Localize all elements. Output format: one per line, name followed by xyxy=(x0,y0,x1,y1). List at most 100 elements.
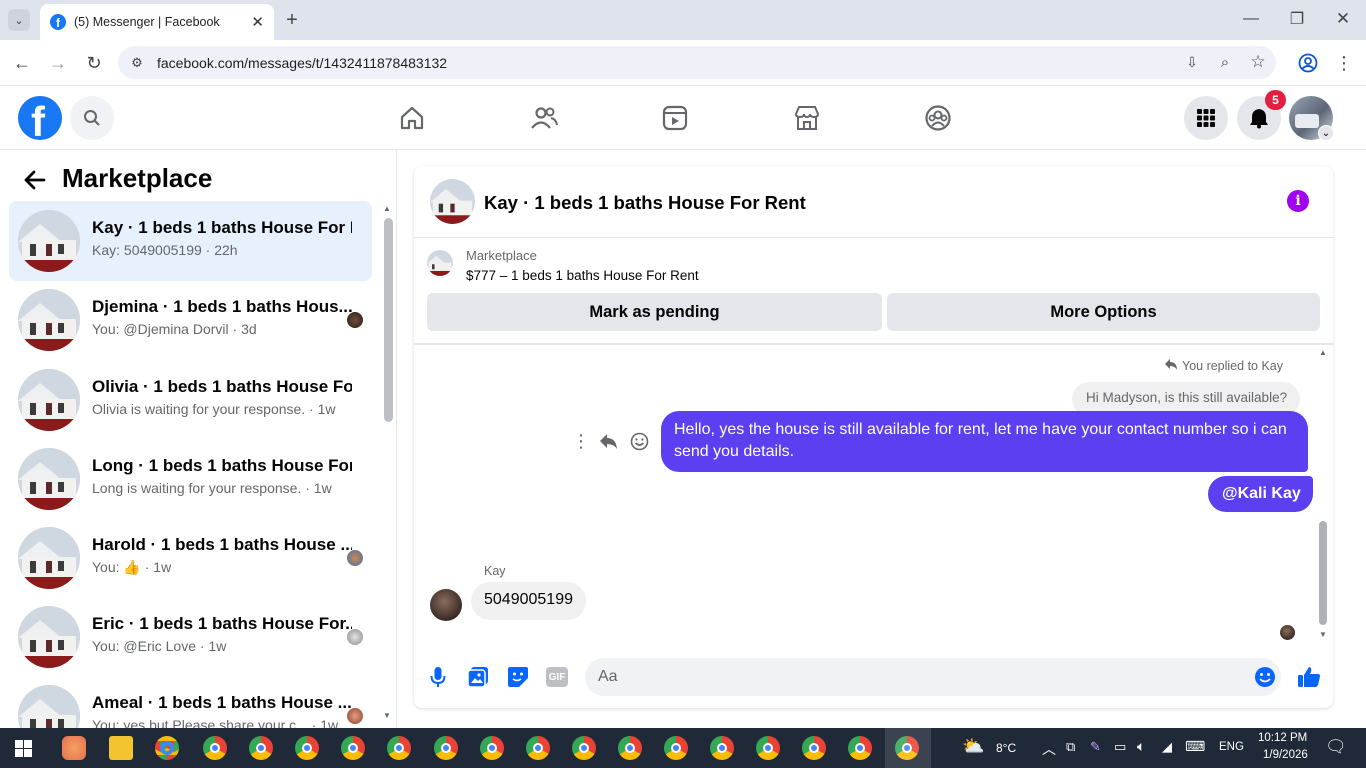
video-icon[interactable] xyxy=(658,101,692,135)
back-icon[interactable]: ← xyxy=(10,51,34,75)
mention-message[interactable]: @Kali Kay xyxy=(1208,476,1313,512)
bookmark-star-icon[interactable]: ☆ xyxy=(1248,52,1268,72)
sidebar-scrollbar[interactable] xyxy=(384,218,393,422)
chat-avatar[interactable] xyxy=(430,179,475,224)
language-indicator[interactable]: ENG xyxy=(1219,741,1244,753)
search-icon[interactable] xyxy=(70,96,114,140)
conversation-row[interactable]: Olivia · 1 beds 1 baths House For... Oliv… xyxy=(9,360,372,440)
new-tab-button[interactable]: + xyxy=(280,8,304,32)
mark-as-pending-button[interactable]: Mark as pending xyxy=(427,293,882,331)
listing-thumbnail xyxy=(18,685,80,728)
reload-icon[interactable]: ↻ xyxy=(82,51,106,75)
browser-menu-icon[interactable]: ⋮ xyxy=(1332,51,1356,75)
volume-icon[interactable]: 🔈︎ xyxy=(1137,738,1145,755)
read-receipt-avatar xyxy=(347,550,363,566)
temperature[interactable]: 8°C xyxy=(996,741,1016,755)
notification-center-icon[interactable]: 🗨︎ xyxy=(1325,737,1347,757)
chrome-window-icon[interactable] xyxy=(203,736,227,760)
conversation-row[interactable]: Djemina · 1 beds 1 baths Hous... You: @Dj… xyxy=(9,280,372,360)
conversation-row[interactable]: Kay · 1 beds 1 baths House For R... Kay: … xyxy=(9,201,372,281)
chrome-window-icon[interactable] xyxy=(802,736,827,760)
back-arrow-icon[interactable] xyxy=(22,167,48,193)
clock-date[interactable]: 1/9/2026 xyxy=(1263,749,1308,761)
address-bar[interactable]: ⚙ facebook.com/messages/t/14324118784831… xyxy=(118,46,1276,79)
menu-grid-icon[interactable] xyxy=(1184,96,1228,140)
window-close-icon[interactable]: ✕ xyxy=(1332,8,1354,30)
chrome-window-icon[interactable] xyxy=(433,736,458,760)
battery-icon[interactable]: ▭ xyxy=(1114,739,1126,755)
meet-icon[interactable]: ⧉ xyxy=(1066,739,1075,755)
incoming-message[interactable]: 5049005199 xyxy=(471,582,586,620)
chrome-window-icon[interactable] xyxy=(710,736,735,760)
read-receipt-avatar xyxy=(347,312,363,328)
chrome-window-icon[interactable] xyxy=(756,736,781,760)
chrome-window-icon[interactable] xyxy=(295,736,320,760)
chrome-window-icon[interactable] xyxy=(848,736,873,760)
gif-icon[interactable]: GIF xyxy=(546,667,568,687)
groups-icon[interactable] xyxy=(921,101,955,135)
weather-icon[interactable]: ⛅ xyxy=(962,736,984,757)
profile-icon[interactable] xyxy=(1296,51,1320,75)
conversation-row[interactable]: Ameal · 1 beds 1 baths House ... You: yes… xyxy=(9,676,372,728)
conversation-row[interactable]: Eric · 1 beds 1 baths House For... You: @… xyxy=(9,597,372,677)
minimize-icon[interactable]: — xyxy=(1240,8,1262,30)
kay-avatar[interactable] xyxy=(430,589,462,621)
message-reply-icon[interactable] xyxy=(599,433,618,455)
emoji-icon[interactable] xyxy=(1254,666,1276,693)
forward-icon[interactable]: → xyxy=(46,51,70,75)
chrome-icon[interactable] xyxy=(155,736,179,760)
conversation-name: Djemina · 1 beds 1 baths Hous... xyxy=(92,297,352,316)
install-app-icon[interactable]: ⇩ xyxy=(1182,52,1202,72)
file-explorer-icon[interactable] xyxy=(109,736,133,760)
more-options-button[interactable]: More Options xyxy=(887,293,1320,331)
message-more-icon[interactable]: ⋮ xyxy=(572,431,590,452)
pen-icon[interactable]: ✎ xyxy=(1090,739,1101,755)
conversation-row[interactable]: Long · 1 beds 1 baths House For ... Long … xyxy=(9,439,372,519)
like-thumb-icon[interactable] xyxy=(1297,665,1321,694)
chat-scroll-up-icon[interactable]: ▲ xyxy=(1319,348,1327,357)
facebook-logo-icon[interactable]: f xyxy=(18,96,62,140)
scroll-down-icon[interactable]: ▼ xyxy=(383,711,391,720)
account-chevron-down-icon[interactable]: ⌄ xyxy=(1318,125,1334,141)
zoom-icon[interactable]: ⌕ xyxy=(1215,52,1235,72)
message-input[interactable]: Aa xyxy=(585,658,1281,696)
chrome-window-icon[interactable] xyxy=(249,736,274,760)
windows-start-icon[interactable] xyxy=(15,740,32,757)
wifi-icon[interactable]: ◢ xyxy=(1162,739,1172,755)
chat-scrollbar[interactable] xyxy=(1319,521,1327,625)
clock-time[interactable]: 10:12 PM xyxy=(1258,732,1307,744)
restore-icon[interactable]: ❐ xyxy=(1286,8,1308,30)
outgoing-message[interactable]: Hello, yes the house is still available … xyxy=(661,411,1308,472)
marketplace-icon[interactable] xyxy=(790,101,824,135)
tab-search-icon[interactable]: ⌄ xyxy=(8,9,30,31)
conversation-row[interactable]: Harold · 1 beds 1 baths House ... You: 👍 … xyxy=(9,518,372,598)
listing-thumbnail[interactable] xyxy=(427,250,453,276)
voice-clip-icon[interactable] xyxy=(430,666,446,693)
replied-to-label: You replied to Kay xyxy=(1182,359,1284,373)
chrome-window-icon[interactable] xyxy=(387,736,412,760)
info-icon[interactable]: i xyxy=(1287,190,1309,212)
site-info-icon[interactable]: ⚙ xyxy=(128,54,146,72)
conversation-preview: You: @Djemina Dorvil · 3d xyxy=(92,321,257,337)
keyboard-icon[interactable]: ⌨ xyxy=(1185,738,1205,755)
sticker-icon[interactable] xyxy=(507,666,529,693)
chrome-window-icon[interactable] xyxy=(664,736,688,760)
chrome-window-icon[interactable] xyxy=(479,736,504,760)
paint-app-icon[interactable] xyxy=(62,736,86,760)
tray-chevron-icon[interactable]: ︿ xyxy=(1042,739,1056,759)
chrome-window-icon[interactable] xyxy=(525,736,550,760)
chrome-window-icon[interactable] xyxy=(571,736,596,760)
friends-icon[interactable] xyxy=(527,101,561,135)
message-react-icon[interactable] xyxy=(630,432,649,456)
chrome-window-icon[interactable] xyxy=(341,736,366,760)
tab-close-icon[interactable]: ✕ xyxy=(251,13,264,31)
attach-photo-icon[interactable] xyxy=(467,666,489,693)
conversation-preview: You: @Eric Love · 1w xyxy=(92,638,227,654)
scroll-up-icon[interactable]: ▲ xyxy=(383,204,391,213)
chat-scroll-down-icon[interactable]: ▼ xyxy=(1319,630,1327,639)
home-icon[interactable] xyxy=(395,101,429,135)
browser-tab[interactable]: f (5) Messenger | Facebook ✕ xyxy=(40,4,274,40)
listing-title[interactable]: $777 – 1 beds 1 baths House For Rent xyxy=(466,268,699,283)
chrome-window-icon[interactable] xyxy=(617,736,642,760)
chat-title[interactable]: Kay · 1 beds 1 baths House For Rent xyxy=(484,192,806,214)
